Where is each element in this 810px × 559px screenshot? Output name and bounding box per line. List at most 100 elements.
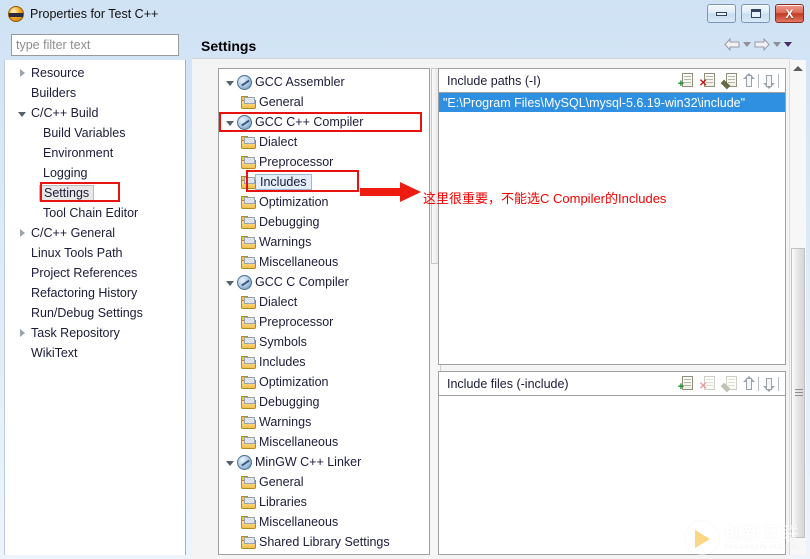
include-files-box: Include files (-include) + ✕: [438, 371, 786, 555]
tool-tree-item-label: MinGW C++ Linker: [252, 455, 361, 469]
delete-icon[interactable]: ✕: [699, 73, 715, 89]
sidebar-item-label: Resource: [29, 66, 85, 80]
option-folder-icon: [241, 376, 256, 389]
tool-tree-item[interactable]: Warnings: [219, 232, 429, 252]
sidebar-item-task-repository[interactable]: Task Repository: [5, 323, 185, 343]
option-folder-icon: [241, 416, 256, 429]
sidebar-item-builders[interactable]: Builders: [5, 83, 185, 103]
tool-tree-item[interactable]: Includes: [219, 352, 429, 372]
move-up-icon[interactable]: [743, 73, 757, 89]
scrollbar-track[interactable]: [791, 78, 806, 555]
maximize-button[interactable]: [741, 4, 770, 23]
back-dropdown-icon[interactable]: [743, 42, 751, 47]
tool-tree-item[interactable]: Preprocessor: [219, 312, 429, 332]
tool-tree-item[interactable]: General: [219, 92, 429, 112]
tool-tree-item-label: Includes: [255, 174, 312, 190]
expander-collapsed-icon[interactable]: [15, 69, 29, 77]
sidebar-item-label: Project References: [29, 266, 137, 280]
sidebar-item-run-debug-settings[interactable]: Run/Debug Settings: [5, 303, 185, 323]
sidebar-item-tool-chain-editor[interactable]: Tool Chain Editor: [5, 203, 185, 223]
option-folder-icon: [241, 296, 256, 309]
title-bar: Properties for Test C++ X: [0, 0, 810, 28]
include-path-item[interactable]: "E:\Program Files\MySQL\mysql-5.6.19-win…: [439, 93, 785, 112]
include-files-list[interactable]: [439, 396, 785, 554]
tool-tree-item[interactable]: Dialect: [219, 132, 429, 152]
window-title: Properties for Test C++: [30, 7, 158, 21]
sidebar-item-label: Run/Debug Settings: [29, 306, 143, 320]
tool-tree-item[interactable]: Debugging: [219, 392, 429, 412]
expander-expanded-icon[interactable]: [223, 279, 237, 286]
tool-tree-item[interactable]: Preprocessor: [219, 152, 429, 172]
delete-icon[interactable]: ✕: [699, 376, 715, 392]
minimize-icon: [716, 12, 727, 16]
sidebar-item-refactoring-history[interactable]: Refactoring History: [5, 283, 185, 303]
view-menu-dropdown-icon[interactable]: [784, 42, 792, 47]
expander-expanded-icon[interactable]: [15, 110, 29, 117]
tool-tree-item[interactable]: Dialect: [219, 292, 429, 312]
expander-collapsed-icon[interactable]: [15, 329, 29, 337]
settings-scrollbar[interactable]: [789, 60, 806, 555]
minimize-button[interactable]: [707, 4, 736, 23]
tool-tree-item[interactable]: Libraries: [219, 492, 429, 512]
add-icon[interactable]: +: [677, 376, 693, 392]
tool-tree-item[interactable]: Miscellaneous: [219, 252, 429, 272]
tool-tree-item[interactable]: Debugging: [219, 212, 429, 232]
option-folder-icon: [241, 336, 256, 349]
sidebar-item-resource[interactable]: Resource: [5, 63, 185, 83]
tool-tree-item[interactable]: GCC C++ Compiler: [219, 112, 429, 132]
forward-dropdown-icon[interactable]: [773, 42, 781, 47]
move-up-icon[interactable]: [743, 376, 757, 392]
include-paths-list[interactable]: "E:\Program Files\MySQL\mysql-5.6.19-win…: [439, 93, 785, 364]
sidebar-item-label: Refactoring History: [29, 286, 137, 300]
tool-tree-item[interactable]: GCC Assembler: [219, 72, 429, 92]
tool-tree-item[interactable]: Warnings: [219, 412, 429, 432]
move-down-icon[interactable]: [763, 73, 777, 89]
sidebar-item-c-c-build[interactable]: C/C++ Build: [5, 103, 185, 123]
tool-tree-item-label: GCC Assembler: [252, 75, 345, 89]
tool-tree-item[interactable]: General: [219, 472, 429, 492]
move-down-icon[interactable]: [763, 376, 777, 392]
tool-tree-item[interactable]: Optimization: [219, 372, 429, 392]
expander-expanded-icon[interactable]: [223, 459, 237, 466]
sidebar-item-wikitext[interactable]: WikiText: [5, 343, 185, 363]
edit-icon[interactable]: [721, 376, 737, 392]
scrollbar-thumb[interactable]: [791, 248, 805, 538]
forward-arrow-icon[interactable]: [754, 38, 770, 51]
sidebar-item-logging[interactable]: Logging: [5, 163, 185, 183]
properties-page-tree[interactable]: Resource Builders C/C++ Build Build Variabl…: [4, 60, 186, 555]
sidebar-item-label: C/C++ Build: [29, 106, 98, 120]
filter-input[interactable]: type filter text: [11, 34, 179, 56]
sidebar-item-environment[interactable]: Environment: [5, 143, 185, 163]
expander-expanded-icon[interactable]: [223, 79, 237, 86]
tool-tree-item[interactable]: Miscellaneous: [219, 432, 429, 452]
scroll-up-icon[interactable]: [790, 60, 806, 77]
tool-tree-item[interactable]: GCC C Compiler: [219, 272, 429, 292]
sidebar-item-project-references[interactable]: Project References: [5, 263, 185, 283]
expander-expanded-icon[interactable]: [223, 119, 237, 126]
tool-tree-item-label: Optimization: [256, 195, 328, 209]
close-button[interactable]: X: [775, 4, 804, 23]
sidebar-item-c-c-general[interactable]: C/C++ General: [5, 223, 185, 243]
sidebar-item-label: Environment: [41, 146, 113, 160]
tool-tree-item-label: General: [256, 475, 303, 489]
sidebar-item-build-variables[interactable]: Build Variables: [5, 123, 185, 143]
tool-tree-item[interactable]: Miscellaneous: [219, 512, 429, 532]
tool-tree-item-label: Dialect: [256, 135, 297, 149]
expander-collapsed-icon[interactable]: [15, 229, 29, 237]
sidebar-item-settings[interactable]: Settings: [5, 183, 185, 203]
tool-tree-item[interactable]: MinGW C++ Linker: [219, 452, 429, 472]
sidebar-item-label: Linux Tools Path: [29, 246, 123, 260]
edit-icon[interactable]: [721, 73, 737, 89]
back-arrow-icon[interactable]: [724, 38, 740, 51]
sidebar-item-linux-tools-path[interactable]: Linux Tools Path: [5, 243, 185, 263]
tool-settings-tree[interactable]: GCC AssemblerGeneralGCC C++ CompilerDial…: [218, 68, 430, 555]
add-icon[interactable]: +: [677, 73, 693, 89]
page-navigation: [724, 38, 792, 51]
scrollbar-grip-icon: [795, 389, 803, 397]
eclipse-icon: [8, 6, 24, 22]
option-folder-icon: [241, 436, 256, 449]
option-folder-icon: [241, 136, 256, 149]
tool-tree-item-label: Includes: [256, 355, 306, 369]
tool-tree-item[interactable]: Symbols: [219, 332, 429, 352]
tool-tree-item[interactable]: Shared Library Settings: [219, 532, 429, 552]
